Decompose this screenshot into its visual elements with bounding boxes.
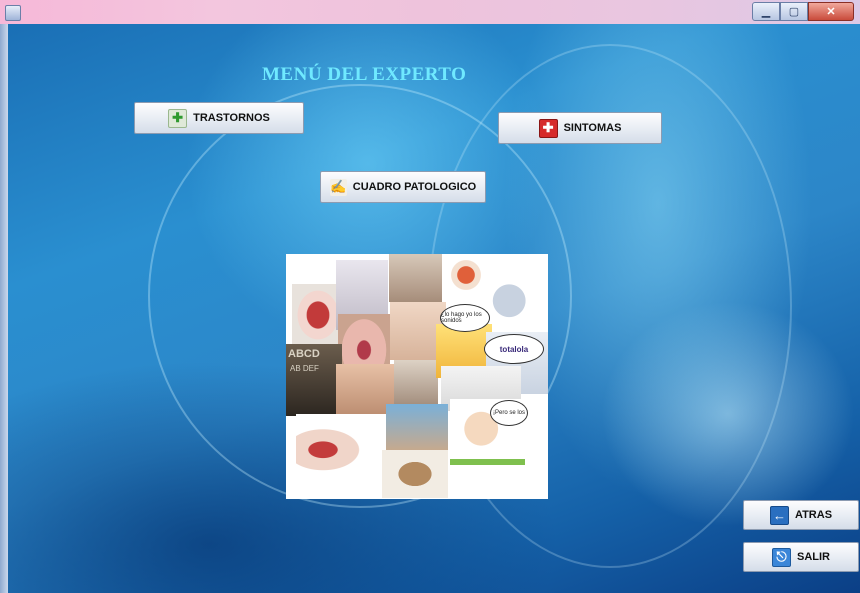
sintomas-button[interactable]: ✚ SINTOMAS	[498, 112, 662, 144]
writing-hand-icon: ✍	[329, 178, 347, 196]
minimize-button[interactable]: ▁	[752, 2, 780, 21]
exit-door-icon: ⎋	[772, 547, 791, 567]
app-window: ▁ ▢ ✕ MENÚ DEL EXPERTO ✚ TRASTORNOS ✚ SI…	[0, 0, 860, 593]
throat-comparison-image	[296, 414, 386, 479]
cuadro-patologico-button[interactable]: ✍ CUADRO PATOLOGICO	[320, 171, 486, 203]
child-face-image	[386, 404, 448, 452]
page-title: MENÚ DEL EXPERTO	[262, 64, 467, 85]
trastornos-label: TRASTORNOS	[193, 112, 270, 124]
window-left-border	[0, 24, 8, 593]
speech-bubble: totalola	[484, 334, 544, 364]
green-cross-icon: ✚	[168, 108, 188, 128]
maximize-button[interactable]: ▢	[780, 2, 808, 21]
atras-button[interactable]: ← ATRAS	[743, 500, 859, 530]
first-aid-kit-icon: ✚	[538, 118, 558, 138]
sintomas-label: SINTOMAS	[563, 122, 622, 134]
abcdef-label: AB DEF	[290, 364, 319, 373]
salir-button[interactable]: ⎋ SALIR	[743, 542, 859, 572]
title-bar: ▁ ▢ ✕	[0, 0, 860, 24]
letters-bowl-image	[382, 450, 448, 498]
child-teacher-image	[389, 254, 444, 302]
abc-head-image: ABCD AB DEF	[286, 344, 342, 416]
java-app-icon	[5, 5, 21, 21]
grass-strip	[450, 459, 525, 465]
salir-label: SALIR	[797, 551, 830, 563]
arrow-left-icon: ←	[769, 505, 789, 525]
window-controls: ▁ ▢ ✕	[752, 2, 854, 21]
atras-label: ATRAS	[794, 509, 833, 521]
speech-bubble: ¿lo hago yo los sonidos	[440, 304, 490, 332]
trastornos-button[interactable]: ✚ TRASTORNOS	[134, 102, 304, 134]
writing-image	[394, 360, 438, 410]
close-button[interactable]: ✕	[808, 2, 854, 21]
brain-head-image	[486, 276, 544, 331]
speech-bubble: ¡Pero se los	[490, 400, 528, 426]
speech-therapy-collage: ABCD AB DEF totalola ¿lo hago yo los son…	[286, 254, 548, 499]
cuadro-patologico-label: CUADRO PATOLOGICO	[352, 181, 477, 193]
content-panel: MENÚ DEL EXPERTO ✚ TRASTORNOS ✚ SINTOMAS…	[8, 24, 860, 593]
abc-label: ABCD	[288, 348, 320, 360]
